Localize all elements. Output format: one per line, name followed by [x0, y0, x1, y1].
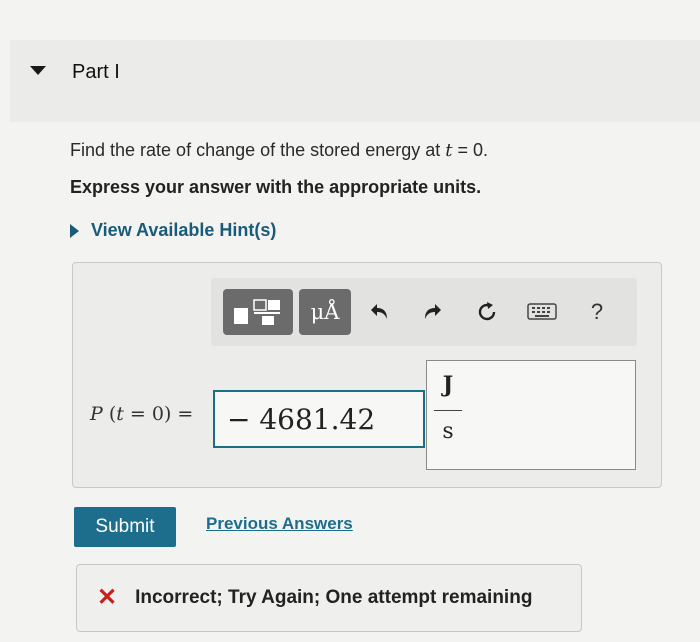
templates-icon — [234, 299, 280, 325]
answer-label: P (t = 0) = — [90, 403, 194, 425]
answer-label-rest: = 0) = — [123, 403, 194, 425]
undo-icon[interactable] — [364, 297, 394, 327]
collapse-caret-icon[interactable] — [30, 66, 46, 75]
view-hints-label: View Available Hint(s) — [91, 220, 277, 240]
templates-button[interactable] — [223, 289, 293, 335]
keyboard-icon[interactable] — [527, 297, 557, 327]
answer-value-input[interactable]: − 4681.42 — [213, 390, 425, 448]
question-text-after: = 0. — [452, 140, 489, 160]
answer-label-func: P — [90, 403, 103, 425]
answer-instruction: Express your answer with the appropriate… — [70, 177, 482, 197]
fraction-bar — [434, 410, 462, 411]
units-button[interactable]: μÅ — [299, 289, 351, 335]
question-text: Find the rate of change of the stored en… — [70, 140, 488, 161]
units-fraction: J s — [434, 372, 462, 445]
reset-icon[interactable] — [472, 297, 502, 327]
incorrect-x-icon: ✕ — [97, 584, 118, 611]
view-hints-link[interactable]: View Available Hint(s) — [70, 220, 276, 241]
question-text-before: Find the rate of change of the stored en… — [70, 140, 446, 160]
help-button[interactable]: ? — [582, 297, 612, 327]
part-title: Part I — [72, 61, 120, 83]
feedback-box: ✕ Incorrect; Try Again; One attempt rema… — [76, 564, 582, 632]
previous-answers-link[interactable]: Previous Answers — [206, 514, 353, 534]
feedback-message: Incorrect; Try Again; One attempt remain… — [135, 587, 533, 608]
answer-value: − 4681.42 — [227, 402, 376, 436]
redo-icon[interactable] — [418, 297, 448, 327]
expand-caret-icon — [70, 223, 79, 238]
submit-button[interactable]: Submit — [74, 507, 176, 547]
unit-denominator: s — [442, 419, 454, 444]
unit-numerator: J — [442, 372, 454, 398]
answer-label-var: t — [116, 403, 124, 425]
